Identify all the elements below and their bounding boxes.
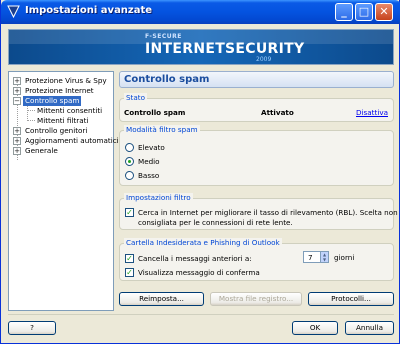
outlook-folder-group: Cartella Indesiderata e Phishing di Outl… xyxy=(119,238,394,281)
rbl-label-line1: Cerca in Internet per migliorare il tass… xyxy=(138,208,398,217)
tree-item-label: Controllo genitori xyxy=(25,126,88,135)
radio-high-label: Elevato xyxy=(138,143,165,152)
expand-icon[interactable]: + xyxy=(13,87,21,95)
group-title: Modalità filtro spam xyxy=(124,125,200,134)
tree-item-label: Controllo spam xyxy=(23,96,82,106)
expand-icon[interactable]: + xyxy=(13,77,21,85)
brand-vendor: F-SECURE xyxy=(145,33,182,40)
page-title: Controllo spam xyxy=(124,74,210,85)
days-stepper[interactable]: 7 ▲ ▼ xyxy=(303,251,329,263)
expand-icon[interactable]: + xyxy=(13,147,21,155)
expand-icon[interactable]: + xyxy=(13,137,21,145)
days-unit-label: giorni xyxy=(334,253,355,262)
close-button[interactable]: ✕ xyxy=(375,3,393,21)
group-title: Stato xyxy=(124,93,148,102)
expand-icon[interactable]: + xyxy=(13,127,21,135)
filter-settings-group: Impostazioni filtro ✓ Cerca in Internet … xyxy=(119,193,398,230)
group-title: Impostazioni filtro xyxy=(124,193,193,202)
stepper-arrows-icon[interactable]: ▲ ▼ xyxy=(320,252,328,262)
tree-item-label: Mittenti filtrati xyxy=(37,116,89,125)
minimize-button[interactable]: _ xyxy=(335,3,353,21)
tree-item-label: Generale xyxy=(25,146,58,155)
group-title: Cartella Indesiderata e Phishing di Outl… xyxy=(124,238,282,247)
tree-item-label: Protezione Internet xyxy=(25,86,94,95)
radio-low[interactable] xyxy=(125,171,134,180)
radio-medium[interactable] xyxy=(125,157,134,166)
fsecure-shield-icon xyxy=(7,5,20,19)
title-bar[interactable]: Impostazioni avanzate _ □ ✕ xyxy=(1,0,400,24)
brand-product: INTERNETSECURITY xyxy=(145,41,305,57)
tree-item-label: Protezione Virus & Spy xyxy=(25,76,107,85)
brand-year: 2009 xyxy=(256,56,272,63)
radio-medium-label: Medio xyxy=(138,157,160,166)
confirm-message-checkbox[interactable]: ✓ xyxy=(125,268,134,277)
status-value: Attivato xyxy=(261,108,294,117)
maximize-button[interactable]: □ xyxy=(355,3,373,21)
confirm-message-label: Visualizza messaggio di conferma xyxy=(138,268,260,277)
protocols-button[interactable]: Protocolli... xyxy=(308,292,394,306)
tree-item-label: Mittenti consentiti xyxy=(37,106,103,115)
reset-button[interactable]: Reimposta... xyxy=(119,292,204,306)
delete-old-checkbox[interactable]: ✓ xyxy=(125,254,134,263)
product-banner: F-SECURE INTERNETSECURITY 2009 xyxy=(8,29,394,65)
filter-mode-group: Modalità filtro spam Elevato Medio Basso xyxy=(119,125,394,186)
rbl-label-line2: consigliata per le connessioni di rete l… xyxy=(138,218,293,227)
cancel-button[interactable]: Annulla xyxy=(345,321,394,335)
divider xyxy=(8,314,394,315)
disable-link[interactable]: Disattiva xyxy=(356,108,388,117)
pane-header: Controllo spam xyxy=(119,71,394,88)
window-title: Impostazioni avanzate xyxy=(25,5,153,16)
rbl-checkbox[interactable]: ✓ xyxy=(125,208,134,217)
status-group: Stato Controllo spam Attivato Disattiva xyxy=(119,93,394,122)
settings-tree: + Protezione Virus & Spy + Protezione In… xyxy=(8,71,119,311)
delete-old-label: Cancella i messaggi anteriori a: xyxy=(138,254,252,263)
days-value[interactable]: 7 xyxy=(308,253,313,262)
advanced-settings-window: Impostazioni avanzate _ □ ✕ F-SECURE INT… xyxy=(0,0,400,344)
collapse-icon[interactable]: − xyxy=(13,97,21,105)
status-feature-name: Controllo spam xyxy=(124,108,186,117)
radio-low-label: Basso xyxy=(138,171,160,180)
ok-button[interactable]: OK xyxy=(292,321,338,335)
tree-item-label: Aggiornamenti automatici xyxy=(25,136,119,145)
radio-high[interactable] xyxy=(125,143,134,152)
show-log-button[interactable]: Mostra file registro... xyxy=(210,292,302,306)
help-button[interactable]: ? xyxy=(8,321,56,335)
